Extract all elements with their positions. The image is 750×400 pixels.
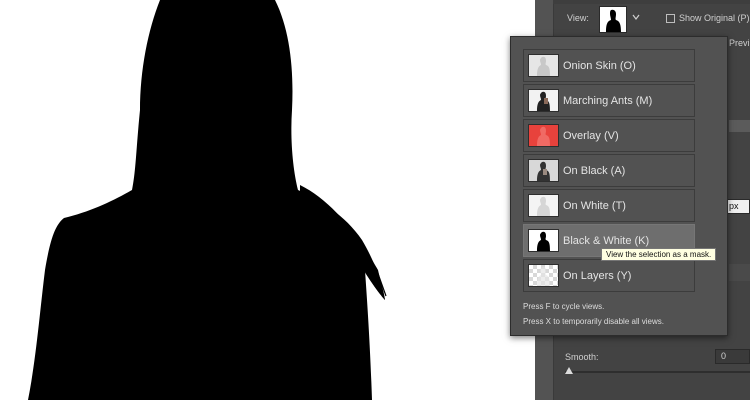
view-label: View:: [567, 13, 589, 23]
on-black-thumbnail-icon: [528, 159, 559, 182]
panel-control-partial-2: [729, 264, 750, 281]
view-mode-onion-skin[interactable]: Onion Skin (O): [523, 49, 695, 82]
black-white-silhouette-thumbnail-icon: [606, 9, 621, 32]
black-white-thumbnail-icon: [528, 229, 559, 252]
on-layers-thumbnail-icon: [528, 264, 559, 287]
view-mode-on-white[interactable]: On White (T): [523, 189, 695, 222]
view-mode-marching-ants[interactable]: Marching Ants (M): [523, 84, 695, 117]
preview-label-partial: Previ: [729, 38, 750, 48]
view-mode-label: Onion Skin (O): [563, 60, 636, 72]
marching-ants-thumbnail-icon: [528, 89, 559, 112]
smooth-value-field[interactable]: 0: [715, 349, 750, 364]
view-mode-label: On Black (A): [563, 165, 626, 177]
view-mode-label: Black & White (K): [563, 235, 650, 247]
view-mode-dropdown: Onion Skin (O) Marching Ants (M) Overlay…: [510, 36, 728, 336]
view-mode-label: On Layers (Y): [563, 270, 632, 282]
overlay-thumbnail-icon: [528, 124, 559, 147]
smooth-slider-track[interactable]: [565, 371, 750, 373]
chevron-down-icon[interactable]: [631, 12, 641, 22]
mask-preview-canvas[interactable]: [0, 0, 535, 400]
view-mode-on-black[interactable]: On Black (A): [523, 154, 695, 187]
select-and-mask-workspace: View: Show Original (P) Previ px Smooth:…: [0, 0, 750, 400]
show-original-checkbox[interactable]: [666, 14, 675, 23]
tooltip: View the selection as a mask.: [601, 248, 717, 261]
view-mode-label: Overlay (V): [563, 130, 619, 142]
smooth-slider-thumb[interactable]: [565, 367, 573, 374]
onion-skin-thumbnail-icon: [528, 54, 559, 77]
panel-control-partial: [729, 120, 750, 132]
smooth-label: Smooth:: [565, 352, 599, 362]
show-original-label: Show Original (P): [679, 13, 750, 23]
on-white-thumbnail-icon: [528, 194, 559, 217]
silhouette-mask: [28, 0, 387, 400]
view-mode-on-layers[interactable]: On Layers (Y): [523, 259, 695, 292]
view-mode-overlay[interactable]: Overlay (V): [523, 119, 695, 152]
help-disable-views: Press X to temporarily disable all views…: [523, 317, 664, 326]
panel-top-strip: [553, 0, 750, 4]
view-mode-label: On White (T): [563, 200, 626, 212]
view-mode-label: Marching Ants (M): [563, 95, 653, 107]
help-cycle-views: Press F to cycle views.: [523, 302, 605, 311]
view-mode-picker[interactable]: [599, 6, 627, 33]
